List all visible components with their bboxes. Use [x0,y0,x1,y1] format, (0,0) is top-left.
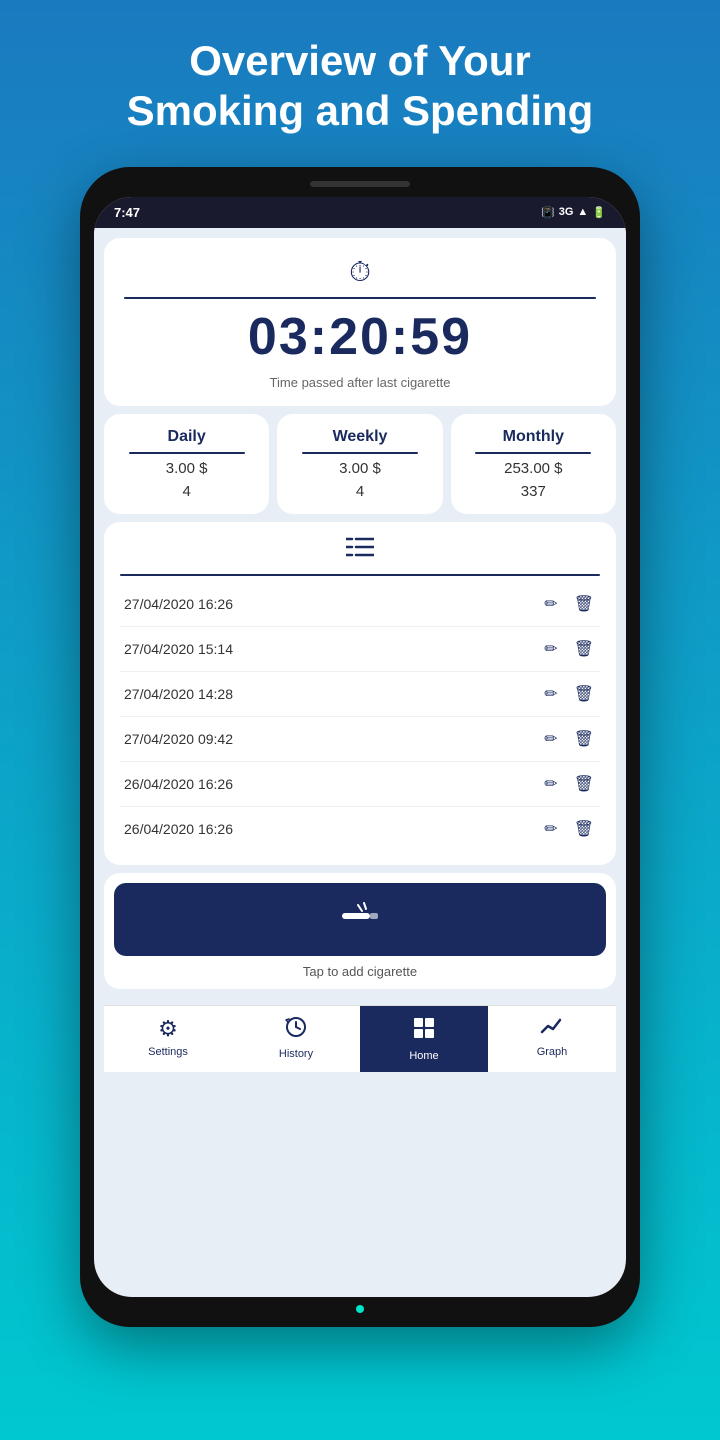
nav-graph[interactable]: Graph [488,1006,616,1072]
stat-value-weekly: 3.00 $ [339,460,381,477]
nav-history[interactable]: History [232,1006,360,1072]
nav-home[interactable]: Home [360,1006,488,1072]
nav-history-label: History [279,1048,313,1060]
delete-button-3[interactable]: 🗑 [572,727,596,751]
edit-button-5[interactable]: ✏ [542,817,559,841]
history-card: 27/04/2020 16:26 ✏ 🗑 27/04/2020 15:14 ✏ … [104,522,616,865]
stat-divider-weekly [302,452,418,454]
edit-button-0[interactable]: ✏ [542,592,559,616]
timer-display: 03:20:59 [248,307,472,367]
history-date-4: 26/04/2020 16:26 [124,776,233,792]
stat-card-daily: Daily 3.00 $ 4 [104,414,269,514]
history-date-3: 27/04/2020 09:42 [124,731,233,747]
stat-divider-daily [129,452,245,454]
clock-icon: ⏱ [349,256,371,289]
home-icon [412,1016,436,1046]
bottom-nav: ⚙ Settings History [104,1005,616,1072]
history-actions-2: ✏ 🗑 [542,682,596,706]
phone-notch [310,181,410,187]
battery-icon: 🔋 [592,206,606,219]
stat-count-monthly: 337 [521,483,546,500]
history-actions-0: ✏ 🗑 [542,592,596,616]
nav-settings[interactable]: ⚙ Settings [104,1006,232,1072]
history-item: 27/04/2020 15:14 ✏ 🗑 [120,627,600,672]
cigarette-icon [340,901,380,938]
add-cigarette-button[interactable] [114,883,606,956]
history-date-0: 27/04/2020 16:26 [124,596,233,612]
page-title: Overview of Your Smoking and Spending [67,0,654,167]
phone-screen: 7:47 📳 3G ▲ 🔋 ⏱ 03:20:59 Time passed aft… [94,197,626,1297]
stat-divider-monthly [475,452,591,454]
history-date-5: 26/04/2020 16:26 [124,821,233,837]
add-cigarette-section: Tap to add cigarette [104,873,616,989]
stat-title-weekly: Weekly [333,428,388,446]
history-actions-4: ✏ 🗑 [542,772,596,796]
add-cigarette-label: Tap to add cigarette [303,964,417,979]
stat-count-daily: 4 [182,483,190,500]
app-content: ⏱ 03:20:59 Time passed after last cigare… [94,228,626,1072]
nav-graph-label: Graph [537,1046,568,1058]
history-header [120,536,600,564]
edit-button-4[interactable]: ✏ [542,772,559,796]
graph-icon [540,1016,564,1042]
stat-title-daily: Daily [168,428,206,446]
settings-icon: ⚙ [158,1016,178,1042]
vibrate-icon: 📳 [541,206,555,219]
stats-row: Daily 3.00 $ 4 Weekly 3.00 $ 4 Monthly 2… [104,414,616,514]
status-icons: 📳 3G ▲ 🔋 [541,206,606,219]
signal-icon: ▲ [577,206,588,218]
nav-home-label: Home [409,1050,438,1062]
status-bar: 7:47 📳 3G ▲ 🔋 [94,197,626,228]
edit-button-2[interactable]: ✏ [542,682,559,706]
phone-dot [356,1305,364,1313]
stat-value-monthly: 253.00 $ [504,460,562,477]
history-item: 26/04/2020 16:26 ✏ 🗑 [120,807,600,851]
history-date-1: 27/04/2020 15:14 [124,641,233,657]
history-icon [285,1016,307,1044]
stat-value-daily: 3.00 $ [166,460,208,477]
history-actions-1: ✏ 🗑 [542,637,596,661]
delete-button-1[interactable]: 🗑 [572,637,596,661]
delete-button-5[interactable]: 🗑 [572,817,596,841]
network-label: 3G [559,206,574,218]
history-date-2: 27/04/2020 14:28 [124,686,233,702]
delete-button-2[interactable]: 🗑 [572,682,596,706]
nav-settings-label: Settings [148,1046,188,1058]
history-item: 26/04/2020 16:26 ✏ 🗑 [120,762,600,807]
delete-button-4[interactable]: 🗑 [572,772,596,796]
timer-label: Time passed after last cigarette [270,375,451,390]
stat-card-monthly: Monthly 253.00 $ 337 [451,414,616,514]
timer-card: ⏱ 03:20:59 Time passed after last cigare… [104,238,616,406]
edit-button-3[interactable]: ✏ [542,727,559,751]
edit-button-1[interactable]: ✏ [542,637,559,661]
list-icon [346,536,374,564]
status-time: 7:47 [114,205,140,220]
stat-count-weekly: 4 [356,483,364,500]
stat-card-weekly: Weekly 3.00 $ 4 [277,414,442,514]
timer-divider [124,297,596,299]
history-divider [120,574,600,576]
history-item: 27/04/2020 14:28 ✏ 🗑 [120,672,600,717]
history-actions-3: ✏ 🗑 [542,727,596,751]
phone-frame: 7:47 📳 3G ▲ 🔋 ⏱ 03:20:59 Time passed aft… [80,167,640,1327]
delete-button-0[interactable]: 🗑 [572,592,596,616]
history-item: 27/04/2020 09:42 ✏ 🗑 [120,717,600,762]
stat-title-monthly: Monthly [503,428,564,446]
history-item: 27/04/2020 16:26 ✏ 🗑 [120,582,600,627]
history-actions-5: ✏ 🗑 [542,817,596,841]
